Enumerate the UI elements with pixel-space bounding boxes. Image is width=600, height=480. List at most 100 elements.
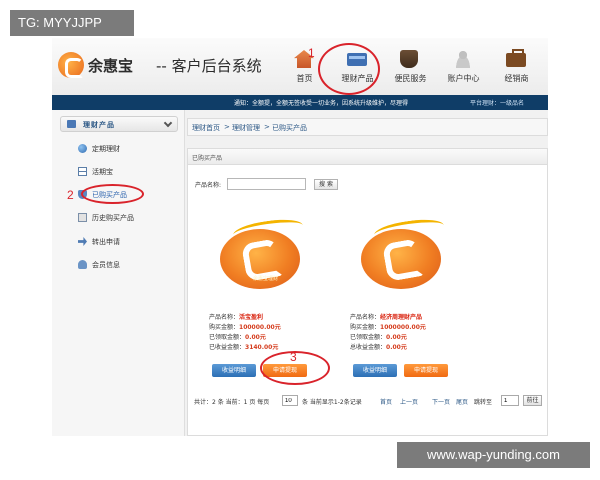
coffee-icon — [400, 50, 418, 68]
per-page-input[interactable] — [282, 395, 298, 406]
annotation-number-3: 3 — [290, 350, 297, 364]
sidebar-item-current[interactable]: 活期宝 — [78, 166, 178, 178]
info-value: 经济周理财产品 — [380, 314, 423, 321]
product-logo-icon — [361, 229, 441, 289]
panel-title: 已购买产品 — [192, 155, 223, 162]
pager-next[interactable]: 下一页 — [432, 397, 450, 406]
info-row: 购买金额：1000000.00元 — [350, 322, 474, 332]
info-value: 3140.00元 — [245, 344, 279, 351]
purchased-products-panel: 已购买产品 产品名称: 搜 索 余惠宝理财 产品名称：活宝盈利 购买金额：100… — [187, 148, 548, 436]
notice-bar: 通知：全额提，全额无签收受一切业务，因系统升级维护，尽理得 平台理财：一级品名 — [52, 95, 548, 110]
notice-text: 通知：全额提，全额无签收受一切业务，因系统升级维护，尽理得 — [234, 100, 409, 107]
income-detail-button[interactable]: 收益明细 — [353, 364, 397, 377]
income-detail-button[interactable]: 收益明细 — [212, 364, 256, 377]
breadcrumb-home[interactable]: 理财首页 — [192, 123, 220, 133]
sidebar-item-transfer[interactable]: 转出申请 — [78, 236, 178, 248]
nav-label: 经销商 — [504, 74, 529, 83]
main-content: 理财首页 > 理财管理 > 已购买产品 已购买产品 产品名称: 搜 索 余惠宝理… — [185, 110, 548, 436]
product-logo-icon: 余惠宝理财 — [220, 229, 300, 289]
pager-last[interactable]: 尾页 — [456, 397, 468, 406]
info-key: 购买金额： — [350, 324, 381, 331]
info-key: 已收益金额： — [209, 344, 246, 351]
breadcrumb: 理财首页 > 理财管理 > 已购买产品 — [187, 118, 548, 136]
info-row: 购买金额：100000.00元 — [209, 322, 333, 332]
info-row: 已领取金额：0.00元 — [350, 332, 474, 342]
nav-item-service[interactable]: 便民服务 — [384, 38, 437, 95]
notice-right: 平台理财：一级品名 — [470, 100, 525, 107]
breadcrumb-current: 已购买产品 — [272, 124, 307, 132]
grid-icon — [78, 167, 87, 176]
product-info: 产品名称：活宝盈利 购买金额：100000.00元 已领取金额：0.00元 已收… — [209, 312, 333, 352]
info-key: 购买金额： — [209, 324, 240, 331]
annotation-number-1: 1 — [308, 46, 315, 60]
brand-logo-icon — [58, 52, 84, 78]
apply-withdraw-button[interactable]: 申请提现 — [404, 364, 448, 377]
pager-jump-label: 跳转至 — [474, 399, 493, 406]
sidebar-item-label: 活期宝 — [92, 168, 113, 176]
globe-icon — [78, 144, 87, 153]
pagination: 共计：2 条 当前：1 页 每页 条 当前显示1-2条记录 首页 上一页 下一页… — [194, 395, 544, 407]
breadcrumb-separator: > — [264, 123, 270, 131]
info-key: 已领取金额： — [209, 334, 246, 341]
info-row: 产品名称：经济周理财产品 — [350, 312, 474, 322]
nav-label: 基 — [543, 73, 548, 84]
nav-item-more[interactable]: 基 — [543, 38, 548, 95]
nav-label: 便民服务 — [394, 74, 427, 83]
info-value: 活宝盈利 — [239, 314, 264, 321]
transfer-icon — [78, 237, 87, 246]
pager-summary: 共计：2 条 当前：1 页 每页 — [194, 399, 270, 406]
pager-go-button[interactable]: 前往 — [523, 395, 542, 406]
watermark-top: TG: MYYJJPP — [10, 10, 134, 36]
sidebar: 理财产品 定期理财 活期宝 已购买产品 历史购买产品 转出申请 会员信息 — [52, 110, 185, 436]
briefcase-icon — [506, 49, 526, 67]
brand-name: 余惠宝 — [88, 57, 134, 75]
document-icon — [78, 213, 87, 222]
jump-page-input[interactable] — [501, 395, 519, 406]
info-value: 100000.00元 — [239, 324, 281, 331]
user-icon — [453, 50, 473, 68]
chevron-down-icon — [163, 118, 173, 128]
product-logo-text: 余惠宝理财 — [253, 276, 279, 282]
product-name-input[interactable] — [227, 178, 306, 190]
breadcrumb-separator: > — [224, 123, 230, 131]
search-button[interactable]: 搜 索 — [314, 179, 338, 190]
info-key: 产品名称： — [209, 314, 240, 321]
info-row: 已收益金额：3140.00元 — [209, 342, 333, 352]
nav-item-account[interactable]: 账户中心 — [437, 38, 490, 95]
info-value: 1000000.00元 — [380, 324, 426, 331]
sidebar-item-label: 历史购买产品 — [92, 214, 134, 222]
pager-prev[interactable]: 上一页 — [400, 397, 418, 406]
sidebar-item-label: 会员信息 — [92, 261, 120, 269]
people-icon — [78, 260, 87, 269]
info-row: 产品名称：活宝盈利 — [209, 312, 333, 322]
info-value: 0.00元 — [245, 334, 266, 341]
info-row: 已领取金额：0.00元 — [209, 332, 333, 342]
product-card: 余惠宝理财 产品名称：活宝盈利 购买金额：100000.00元 已领取金额：0.… — [197, 215, 328, 377]
info-key: 已领取金额： — [350, 334, 387, 341]
watermark-bottom: www.wap-yunding.com — [397, 442, 590, 468]
sidebar-item-label: 定期理财 — [92, 145, 120, 153]
info-key: 总收益金额： — [350, 344, 387, 351]
info-key: 产品名称： — [350, 314, 381, 321]
system-title: -- 客户后台系统 — [156, 57, 262, 75]
product-name-label: 产品名称: — [195, 182, 222, 189]
pager-suffix: 条 当前显示1-2条记录 — [302, 399, 362, 406]
header: 余惠宝 -- 客户后台系统 首页 理财产品 便民服务 账户中心 经销商 — [52, 38, 548, 95]
screenshot-root: TG: MYYJJPP 余惠宝 -- 客户后台系统 首页 理财产品 便民服务 账… — [0, 0, 600, 480]
sidebar-header-label: 理财产品 — [83, 121, 115, 129]
finance-folder-icon — [67, 120, 76, 128]
annotation-number-2: 2 — [67, 188, 74, 202]
info-value: 0.00元 — [386, 334, 407, 341]
annotation-circle-sidebar — [81, 184, 144, 204]
panel-title-bar: 已购买产品 — [188, 149, 547, 165]
product-info: 产品名称：经济周理财产品 购买金额：1000000.00元 已领取金额：0.00… — [350, 312, 474, 352]
info-row: 总收益金额：0.00元 — [350, 342, 474, 352]
sidebar-item-history[interactable]: 历史购买产品 — [78, 212, 178, 224]
breadcrumb-mid[interactable]: 理财管理 — [232, 123, 260, 133]
pager-first[interactable]: 首页 — [380, 397, 392, 406]
nav-item-dealer[interactable]: 经销商 — [490, 38, 543, 95]
sidebar-item-member[interactable]: 会员信息 — [78, 259, 178, 271]
nav-label: 账户中心 — [447, 74, 480, 83]
sidebar-item-regular[interactable]: 定期理财 — [78, 143, 178, 155]
sidebar-header[interactable]: 理财产品 — [60, 116, 178, 132]
